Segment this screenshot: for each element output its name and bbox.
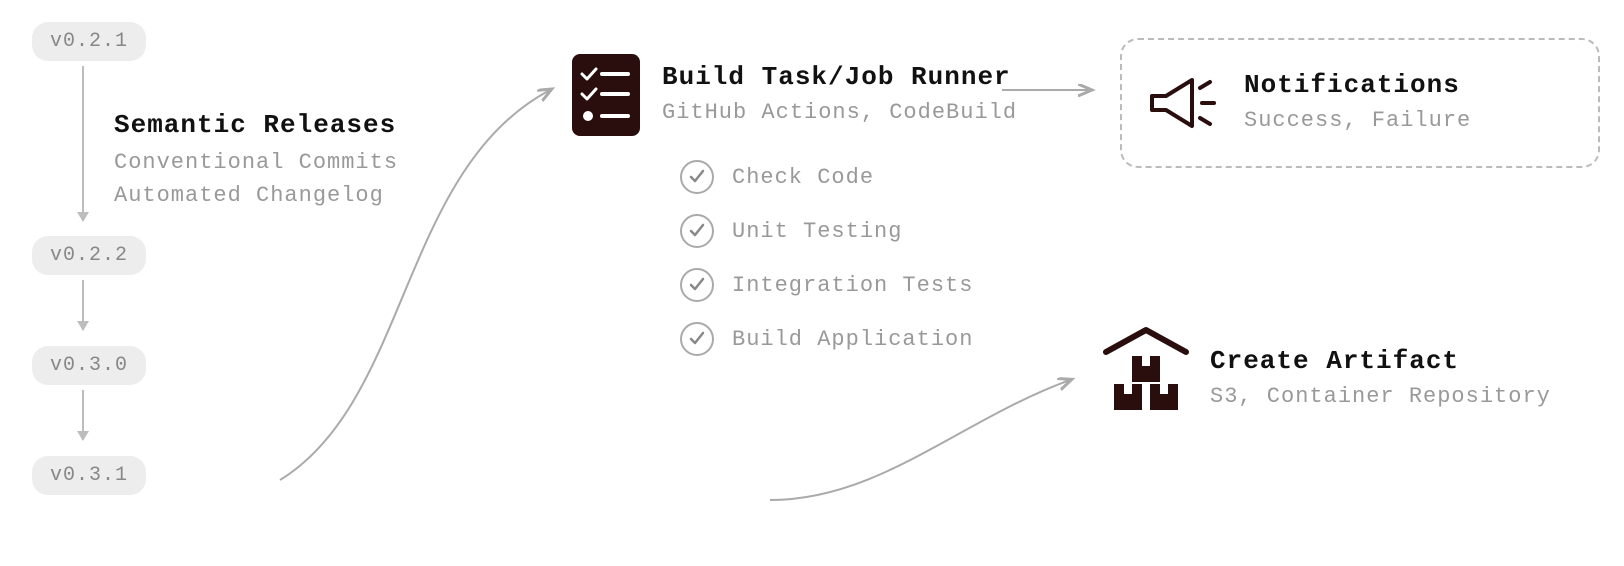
check-icon (680, 268, 714, 302)
check-item: Check Code (680, 160, 973, 194)
task-runner-icon (566, 50, 646, 145)
notifications-sub: Success, Failure (1244, 104, 1471, 137)
version-pill: v0.3.0 (32, 346, 146, 385)
check-list: Check Code Unit Testing Integration Test… (680, 160, 973, 376)
task-runner-title: Build Task/Job Runner (662, 62, 1017, 92)
arrow-curve-icon (760, 360, 1080, 510)
notifications-block: Notifications Success, Failure (1120, 38, 1600, 168)
megaphone-icon (1142, 58, 1222, 148)
arrow-down-icon (82, 390, 84, 440)
check-label: Unit Testing (732, 219, 902, 244)
task-runner-sub: GitHub Actions, CodeBuild (662, 96, 1017, 129)
check-label: Build Application (732, 327, 973, 352)
artifact-title: Create Artifact (1210, 346, 1551, 376)
notifications-title: Notifications (1244, 70, 1471, 100)
arrow-right-icon (1000, 80, 1100, 100)
artifact-icon (1098, 320, 1194, 421)
check-item: Integration Tests (680, 268, 973, 302)
arrow-down-icon (82, 66, 84, 221)
version-pill: v0.2.1 (32, 22, 146, 61)
check-icon (680, 160, 714, 194)
check-label: Integration Tests (732, 273, 973, 298)
arrow-down-icon (82, 280, 84, 330)
artifact-block: Create Artifact S3, Container Repository (1210, 346, 1551, 413)
artifact-sub: S3, Container Repository (1210, 380, 1551, 413)
check-icon (680, 214, 714, 248)
version-pill: v0.2.2 (32, 236, 146, 275)
version-pill: v0.3.1 (32, 456, 146, 495)
check-item: Build Application (680, 322, 973, 356)
check-icon (680, 322, 714, 356)
check-label: Check Code (732, 165, 874, 190)
check-item: Unit Testing (680, 214, 973, 248)
task-runner-block: Build Task/Job Runner GitHub Actions, Co… (662, 62, 1017, 129)
arrow-curve-icon (270, 80, 560, 490)
